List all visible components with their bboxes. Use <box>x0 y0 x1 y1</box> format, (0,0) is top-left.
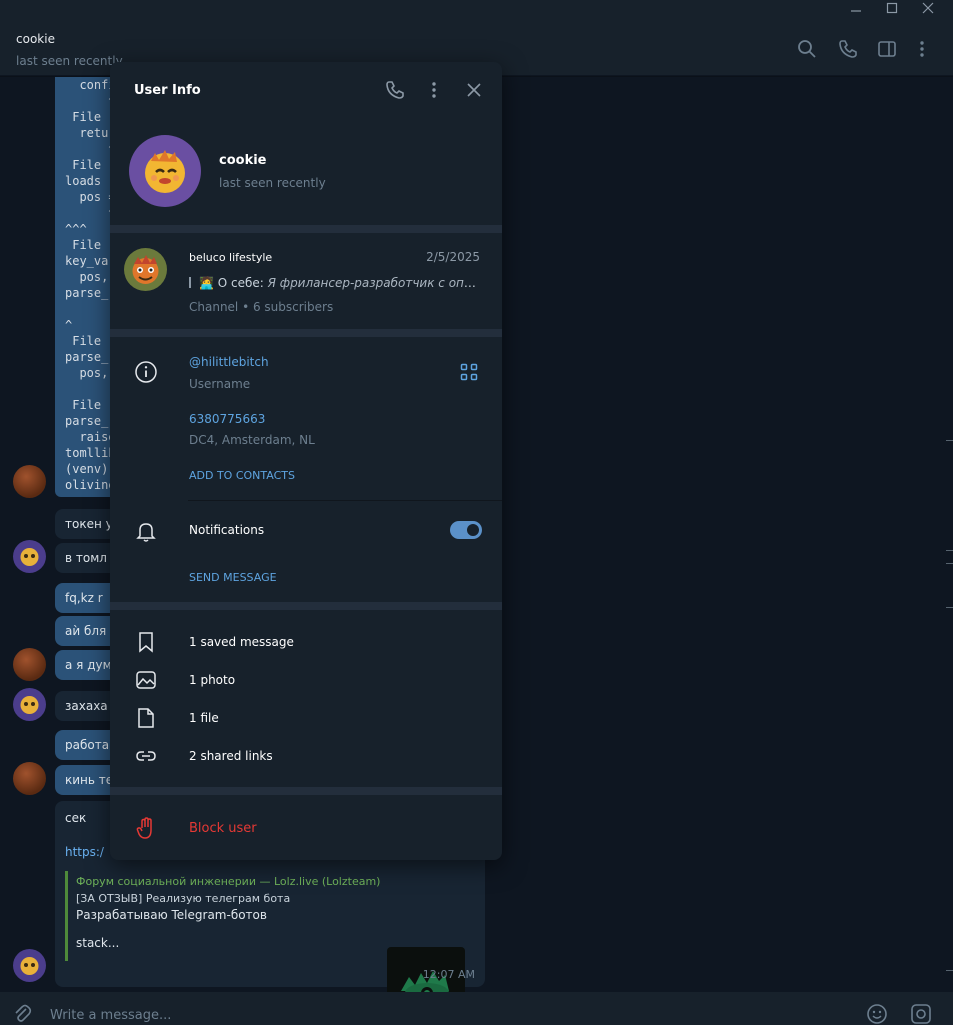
chat-title[interactable]: cookie <box>16 32 55 46</box>
profile-name: cookie <box>219 153 267 168</box>
close-icon[interactable] <box>464 80 484 100</box>
files-label: 1 file <box>189 711 219 725</box>
scrollbar[interactable] <box>945 77 953 992</box>
channel-avatar <box>124 248 167 291</box>
channel-message-prefix: 🧑‍💻 О себе: <box>199 276 264 290</box>
preview-description: Разрабатываю Telegram-ботов <box>76 908 267 922</box>
preview-title: [ЗА ОТЗЫВ] Реализую телеграм бота <box>76 892 291 905</box>
message-composer: Write a message... <box>0 992 953 1025</box>
scroll-tick <box>946 550 953 551</box>
scroll-tick <box>946 607 953 608</box>
photo-icon <box>134 668 158 692</box>
emoji-icon[interactable] <box>866 1003 888 1025</box>
avatar[interactable] <box>13 688 46 721</box>
channel-last-message: 🧑‍💻 О себе: Я фрилансер-разработчик с оп… <box>189 276 481 290</box>
minimize-icon[interactable] <box>836 0 876 22</box>
section-divider <box>110 329 502 337</box>
avatar[interactable] <box>13 540 46 573</box>
channel-date: 2/5/2025 <box>426 250 480 264</box>
window-close-icon[interactable] <box>908 0 948 22</box>
search-icon[interactable] <box>796 38 818 60</box>
row-divider <box>188 500 502 501</box>
camera-icon[interactable] <box>910 1003 932 1025</box>
add-to-contacts-button[interactable]: ADD TO CONTACTS <box>189 469 295 482</box>
profile-avatar[interactable] <box>129 135 201 207</box>
bookmark-icon <box>134 630 158 654</box>
window-titlebar <box>0 0 953 22</box>
info-icon <box>134 360 158 384</box>
notifications-toggle[interactable] <box>450 521 482 539</box>
attach-icon[interactable] <box>12 1003 32 1025</box>
channel-message-text: Я фрилансер-разработчик с опытом <box>267 276 481 290</box>
shared-links-label: 2 shared links <box>189 749 273 763</box>
user-id-value[interactable]: 6380775663 <box>189 412 265 426</box>
channel-name: beluco lifestyle <box>189 251 273 264</box>
hand-stop-icon <box>134 816 158 840</box>
qr-code-icon[interactable] <box>460 363 480 383</box>
scroll-tick <box>946 563 953 564</box>
section-divider <box>110 787 502 795</box>
message-time: 12:07 AM <box>422 968 475 981</box>
chat-status: last seen recently <box>16 54 123 68</box>
bell-icon <box>134 519 158 543</box>
avatar[interactable] <box>13 949 46 982</box>
message-link[interactable]: https:/ <box>65 845 104 859</box>
block-user-label: Block user <box>189 821 257 836</box>
channel-subtitle: Channel • 6 subscribers <box>189 300 334 314</box>
username-value[interactable]: @hilittlebitch <box>189 355 269 369</box>
username-label: Username <box>189 377 251 391</box>
message-input[interactable]: Write a message... <box>50 1008 171 1023</box>
call-icon[interactable] <box>837 38 859 60</box>
preview-site-name: Форум социальной инженерии — Lolz.live (… <box>76 875 381 888</box>
file-icon <box>134 706 158 730</box>
photos-label: 1 photo <box>189 673 236 687</box>
avatar[interactable] <box>13 762 46 795</box>
notifications-label: Notifications <box>189 523 265 537</box>
datacenter-label: DC4, Amsterdam, NL <box>189 433 315 447</box>
maximize-icon[interactable] <box>872 0 912 22</box>
avatar[interactable] <box>13 648 46 681</box>
section-divider <box>110 602 502 610</box>
more-vertical-icon[interactable] <box>911 38 933 60</box>
section-divider <box>110 225 502 233</box>
message-text: сек <box>65 811 87 825</box>
link-icon <box>134 744 158 768</box>
profile-status: last seen recently <box>219 176 326 190</box>
more-vertical-icon[interactable] <box>424 80 444 100</box>
dialog-title: User Info <box>134 83 201 98</box>
call-icon[interactable] <box>385 80 405 100</box>
sidebar-toggle-icon[interactable] <box>876 38 898 60</box>
scroll-tick <box>946 440 953 441</box>
avatar[interactable] <box>13 465 46 498</box>
scroll-tick <box>946 970 953 971</box>
send-message-button[interactable]: SEND MESSAGE <box>189 571 277 584</box>
saved-messages-label: 1 saved message <box>189 635 294 649</box>
user-info-dialog: User Info cookie last seen recently belu… <box>110 62 502 860</box>
